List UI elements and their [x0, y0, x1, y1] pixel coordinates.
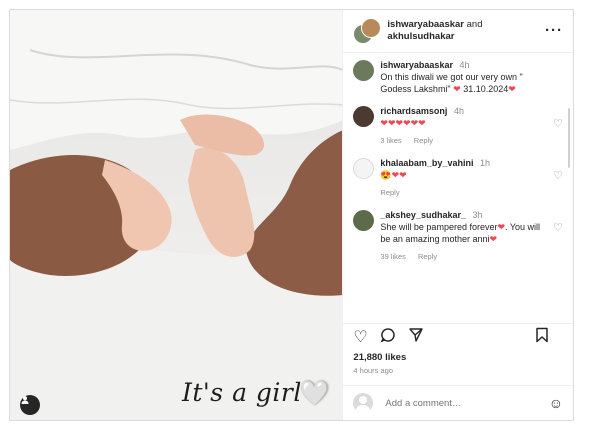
reply-button[interactable]: Reply	[380, 188, 399, 197]
comment-like-heart-icon[interactable]: ♡	[553, 117, 563, 130]
avatar[interactable]	[353, 210, 375, 231]
comment-like-heart-icon[interactable]: ♡	[553, 169, 563, 182]
avatar[interactable]	[353, 60, 375, 81]
reply-button[interactable]: Reply	[418, 252, 437, 261]
instagram-post-card: It's a girl 🤍 ishwaryabaaskar and akhuls…	[9, 9, 574, 421]
and-text: and	[466, 19, 483, 30]
comment-text: ❤❤❤❤❤❤	[380, 118, 426, 128]
add-comment-bar: ☺	[343, 385, 573, 420]
comment-item: richardsamsonj 4h ❤❤❤❤❤❤ 3 likes Reply ♡	[353, 105, 563, 147]
heart-outline-icon[interactable]: ♡	[353, 327, 367, 347]
collab-avatars[interactable]	[353, 18, 382, 44]
action-bar: ♡	[343, 323, 573, 350]
avatar	[361, 18, 382, 38]
comment-time[interactable]: 4h	[459, 60, 469, 70]
reply-button[interactable]: Reply	[414, 136, 433, 145]
posted-time[interactable]: 4 hours ago	[343, 363, 573, 375]
comment-text: She will be pampered forever❤. You will …	[380, 222, 541, 244]
current-user-avatar	[353, 393, 374, 413]
comment-item: _akshey_sudhakar_ 3h She will be pampere…	[353, 209, 563, 263]
comment-username[interactable]: khalaabam_by_vahini	[380, 158, 473, 168]
baby-feet-photo	[10, 10, 343, 420]
post-photo[interactable]: It's a girl 🤍	[10, 10, 343, 420]
comment-username[interactable]: richardsamsonj	[380, 106, 447, 116]
avatar[interactable]	[353, 158, 375, 179]
comment-likes[interactable]: 39 likes	[380, 252, 405, 261]
photo-caption-text: It's a girl	[182, 378, 302, 407]
comment-like-heart-icon[interactable]: ♡	[553, 221, 563, 234]
likes-count[interactable]: 21,880 likes	[343, 350, 573, 363]
user-tag-icon[interactable]	[20, 395, 40, 415]
send-icon[interactable]	[408, 327, 424, 348]
bookmark-icon[interactable]	[535, 327, 549, 348]
caption-comment: ishwaryabaaskar 4h On this diwali we got…	[353, 59, 563, 95]
post-authors: ishwaryabaaskar and akhulsudhakar	[387, 19, 482, 43]
comments-list[interactable]: ishwaryabaaskar 4h On this diwali we got…	[343, 53, 573, 323]
comment-icon[interactable]	[380, 327, 396, 348]
comment-time[interactable]: 1h	[480, 158, 490, 168]
comment-username[interactable]: ishwaryabaaskar	[380, 60, 453, 70]
white-heart-icon: 🤍	[300, 380, 330, 407]
post-sidebar: ishwaryabaaskar and akhulsudhakar ··· is…	[342, 10, 573, 420]
more-options-icon[interactable]: ···	[545, 22, 563, 39]
post-header: ishwaryabaaskar and akhulsudhakar ···	[343, 10, 573, 53]
comment-text: On this diwali we got our very own " God…	[380, 72, 523, 94]
comment-likes[interactable]: 3 likes	[380, 136, 401, 145]
comment-text: 😍❤❤	[380, 170, 407, 180]
comment-item: khalaabam_by_vahini 1h 😍❤❤ Reply ♡	[353, 157, 563, 199]
author-link-1[interactable]: ishwaryabaaskar	[387, 19, 464, 30]
comment-time[interactable]: 4h	[454, 106, 464, 116]
author-link-2[interactable]: akhulsudhakar	[387, 31, 454, 42]
avatar[interactable]	[353, 106, 375, 127]
comment-time[interactable]: 3h	[472, 210, 482, 220]
comment-username[interactable]: _akshey_sudhakar_	[380, 210, 466, 220]
emoji-icon[interactable]: ☺	[549, 395, 563, 411]
comment-input[interactable]	[383, 396, 538, 410]
scrollbar[interactable]	[568, 108, 570, 168]
